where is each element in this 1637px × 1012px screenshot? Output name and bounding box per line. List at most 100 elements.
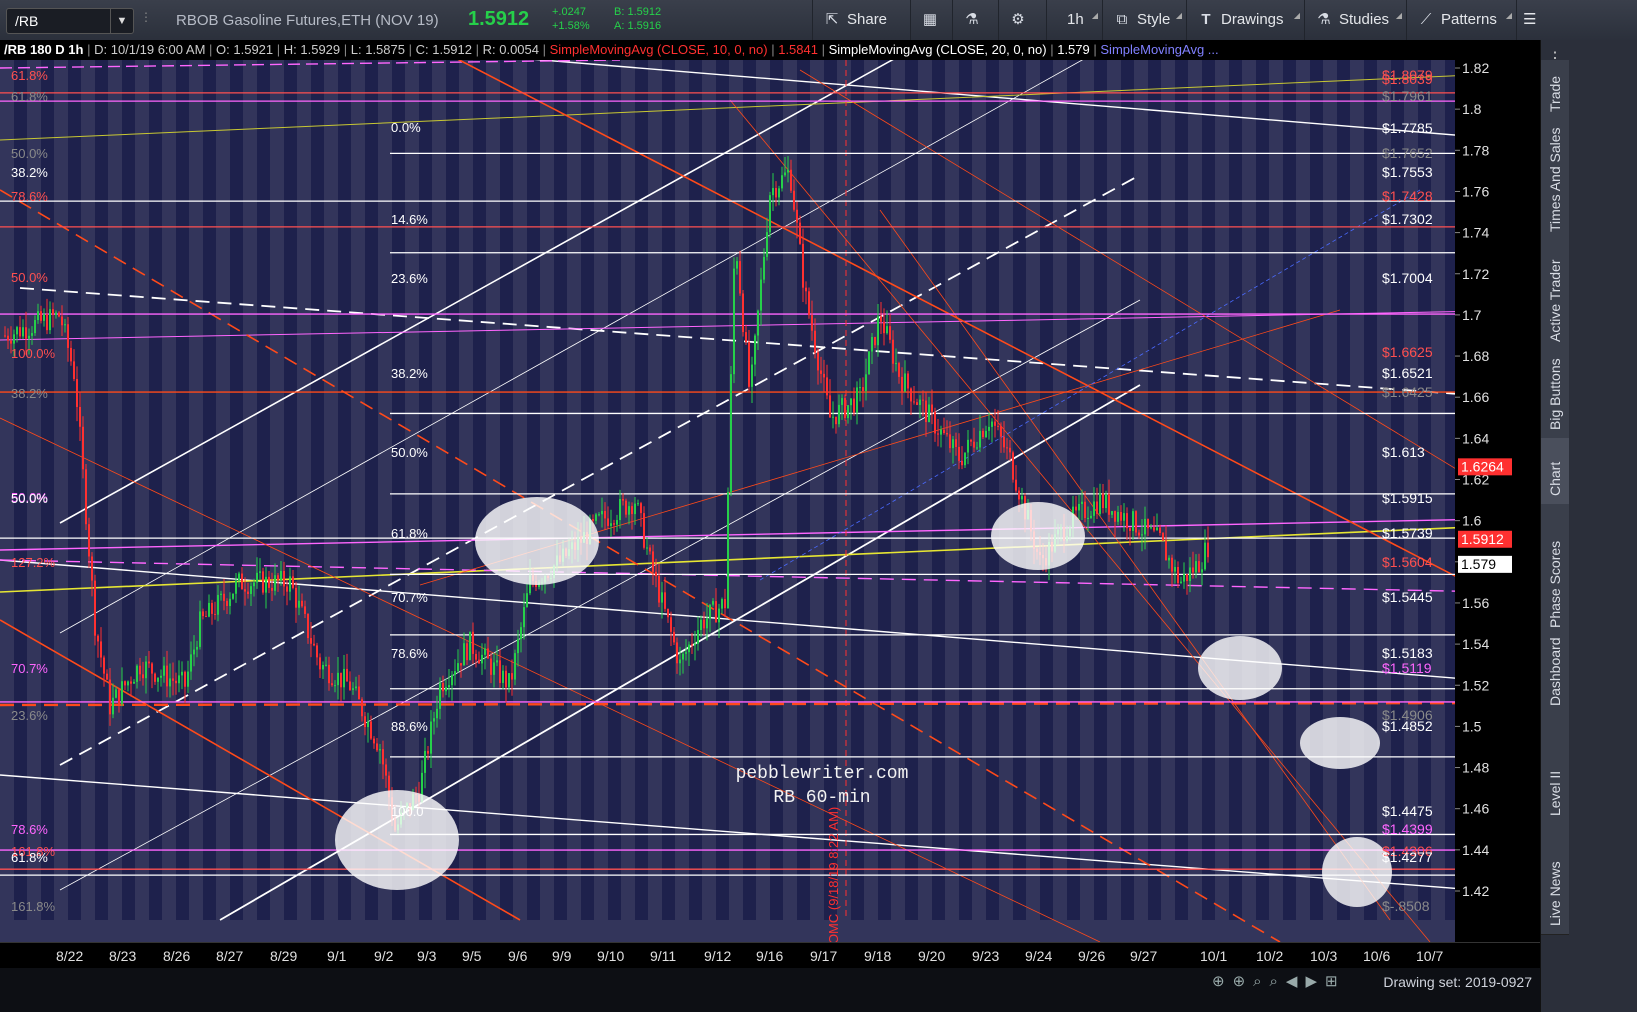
candle-body [121, 681, 123, 704]
candle-body [754, 335, 756, 365]
sidebar-tab-active-trader[interactable]: Active Trader [1541, 240, 1569, 351]
candle-body [958, 446, 960, 461]
candle-body [736, 261, 738, 269]
candle-body [718, 608, 720, 623]
price-level-label: $1.6521 [1382, 365, 1433, 381]
candle-body [664, 592, 666, 609]
candle-body [880, 316, 882, 322]
candle-body [934, 411, 936, 434]
studies-button[interactable]: ⚗ Studies ◢ [1304, 0, 1406, 40]
candle-body [1015, 479, 1017, 491]
candle-body [856, 387, 858, 413]
candle-body [109, 679, 111, 715]
price-tick-label: 1.6 [1462, 513, 1482, 529]
style-button[interactable]: ⧉ Style ◢ [1102, 0, 1186, 40]
sma10-study[interactable]: SimpleMovingAvg (CLOSE, 10, 0, no) [550, 42, 768, 57]
price-tick-label: 1.7 [1462, 307, 1482, 323]
sidebar-tab-dashboard[interactable]: Dashboard [1541, 636, 1569, 715]
ask-value: A: 1.5916 [614, 20, 662, 32]
candle-body [439, 683, 441, 709]
candle-body [1153, 527, 1155, 531]
sma20-study[interactable]: SimpleMovingAvg (CLOSE, 20, 0, no) [829, 42, 1047, 57]
sidebar-tab-phase-scores[interactable]: Phase Scores [1541, 504, 1569, 637]
flexible-grid-button[interactable]: ▦ [910, 0, 952, 40]
date-tick-label: 9/16 [756, 948, 784, 964]
session-band [932, 40, 945, 920]
session-band [473, 40, 486, 920]
sidebar-tab-live-news[interactable]: Live News [1541, 824, 1569, 935]
candle-body [454, 671, 456, 676]
fib-left-label: 38.2% [11, 386, 48, 401]
timeframe-button[interactable]: 1h ◢ [1046, 0, 1102, 40]
drawing-set-label[interactable]: Drawing set: 2019-0927 [1383, 974, 1532, 990]
candle-body [316, 645, 318, 658]
candle-body [70, 347, 72, 362]
sidebar-tab-times-and-sales[interactable]: Times And Sales [1541, 120, 1569, 241]
sma-more-study[interactable]: SimpleMovingAvg ... [1100, 42, 1218, 57]
sidebar-tab-level-ii[interactable]: Level II [1541, 714, 1569, 825]
candle-body [634, 503, 636, 515]
candle-body [217, 594, 219, 615]
candle-body [892, 339, 894, 364]
candle-body [4, 335, 6, 337]
session-band [1094, 40, 1107, 920]
candle-body [943, 429, 945, 434]
chart-panel[interactable]: 0.0% 14.6% 23.6% 38.2% 50.0% 61.8% 70.7% 78.6% 8… [0, 40, 1540, 952]
candle-body [1129, 528, 1131, 531]
date-axis[interactable]: 8/22 8/23 8/26 8/27 8/29 9/1 9/2 9/3 9/5 9/6 9/9 9/… [0, 942, 1540, 969]
candle-body [913, 401, 915, 403]
fib-mid-label: 88.6% [391, 719, 428, 734]
candle-body [493, 662, 495, 675]
date-tick-label: 9/18 [864, 948, 892, 964]
share-button[interactable]: ⇱ Share [812, 0, 910, 40]
drawings-button[interactable]: T Drawings ◢ [1186, 0, 1304, 40]
target-ellipse [475, 497, 599, 585]
instrument-description: RBOB Gasoline Futures,ETH (NOV 19) [176, 12, 439, 29]
candle-body [616, 520, 618, 525]
sidebar-tab-big-buttons[interactable]: Big Buttons [1541, 350, 1569, 439]
candle-body [238, 573, 240, 581]
bid-ask: B: 1.5912 A: 1.5916 [614, 5, 661, 33]
candle-body [823, 373, 825, 378]
candle-body [118, 689, 120, 704]
studies-beaker-button[interactable]: ⚗ [952, 0, 998, 40]
candle-body [361, 699, 363, 717]
candle-body [373, 738, 375, 744]
sidebar-tab-chart[interactable]: Chart [1541, 438, 1569, 505]
candle-body [838, 404, 840, 425]
candle-body [211, 602, 213, 614]
candle-body [1108, 493, 1110, 515]
date-tick-label: 9/23 [972, 948, 1000, 964]
fib-left-label: 61.8% [11, 68, 48, 83]
sma20-value: 1.579 [1057, 42, 1090, 57]
price-flag-sma20: 1.579 [1461, 556, 1496, 572]
candle-body [1180, 581, 1182, 584]
text-tool-icon: T [1201, 11, 1211, 28]
session-band [554, 40, 567, 920]
grip-icon[interactable]: ⋮ [140, 10, 152, 30]
candle-body [1192, 567, 1194, 573]
symbol-text[interactable]: /RB [15, 13, 38, 29]
settings-button[interactable]: ⚙ [998, 0, 1046, 40]
candle-body [463, 643, 465, 666]
chart-navigation-controls[interactable]: ⊕⊕⌕⌕◀▶⊞ [1212, 972, 1346, 990]
candle-body [262, 571, 264, 593]
candle-body [1177, 566, 1179, 584]
candle-body [256, 572, 258, 583]
sidebar-tab-trade[interactable]: Trade [1541, 60, 1569, 121]
candle-body [496, 660, 498, 663]
candle-body [325, 664, 327, 666]
patterns-button[interactable]: ⟋ Patterns ◢ [1406, 0, 1516, 40]
toolbar: /RB ▼ ⋮ RBOB Gasoline Futures,ETH (NOV 1… [0, 0, 1637, 41]
candle-body [703, 619, 705, 629]
candle-body [928, 404, 930, 423]
sma10-value: 1.5841 [778, 42, 818, 57]
menu-button[interactable]: ☰ [1516, 0, 1540, 40]
candle-body [1135, 511, 1137, 533]
symbol-selector[interactable]: /RB ▼ [6, 8, 134, 34]
session-band [230, 40, 243, 920]
chevron-down-icon[interactable]: ▼ [110, 9, 133, 33]
candle-body [1144, 518, 1146, 535]
price-tick-label: 1.5 [1462, 718, 1482, 734]
session-band [1337, 40, 1350, 920]
